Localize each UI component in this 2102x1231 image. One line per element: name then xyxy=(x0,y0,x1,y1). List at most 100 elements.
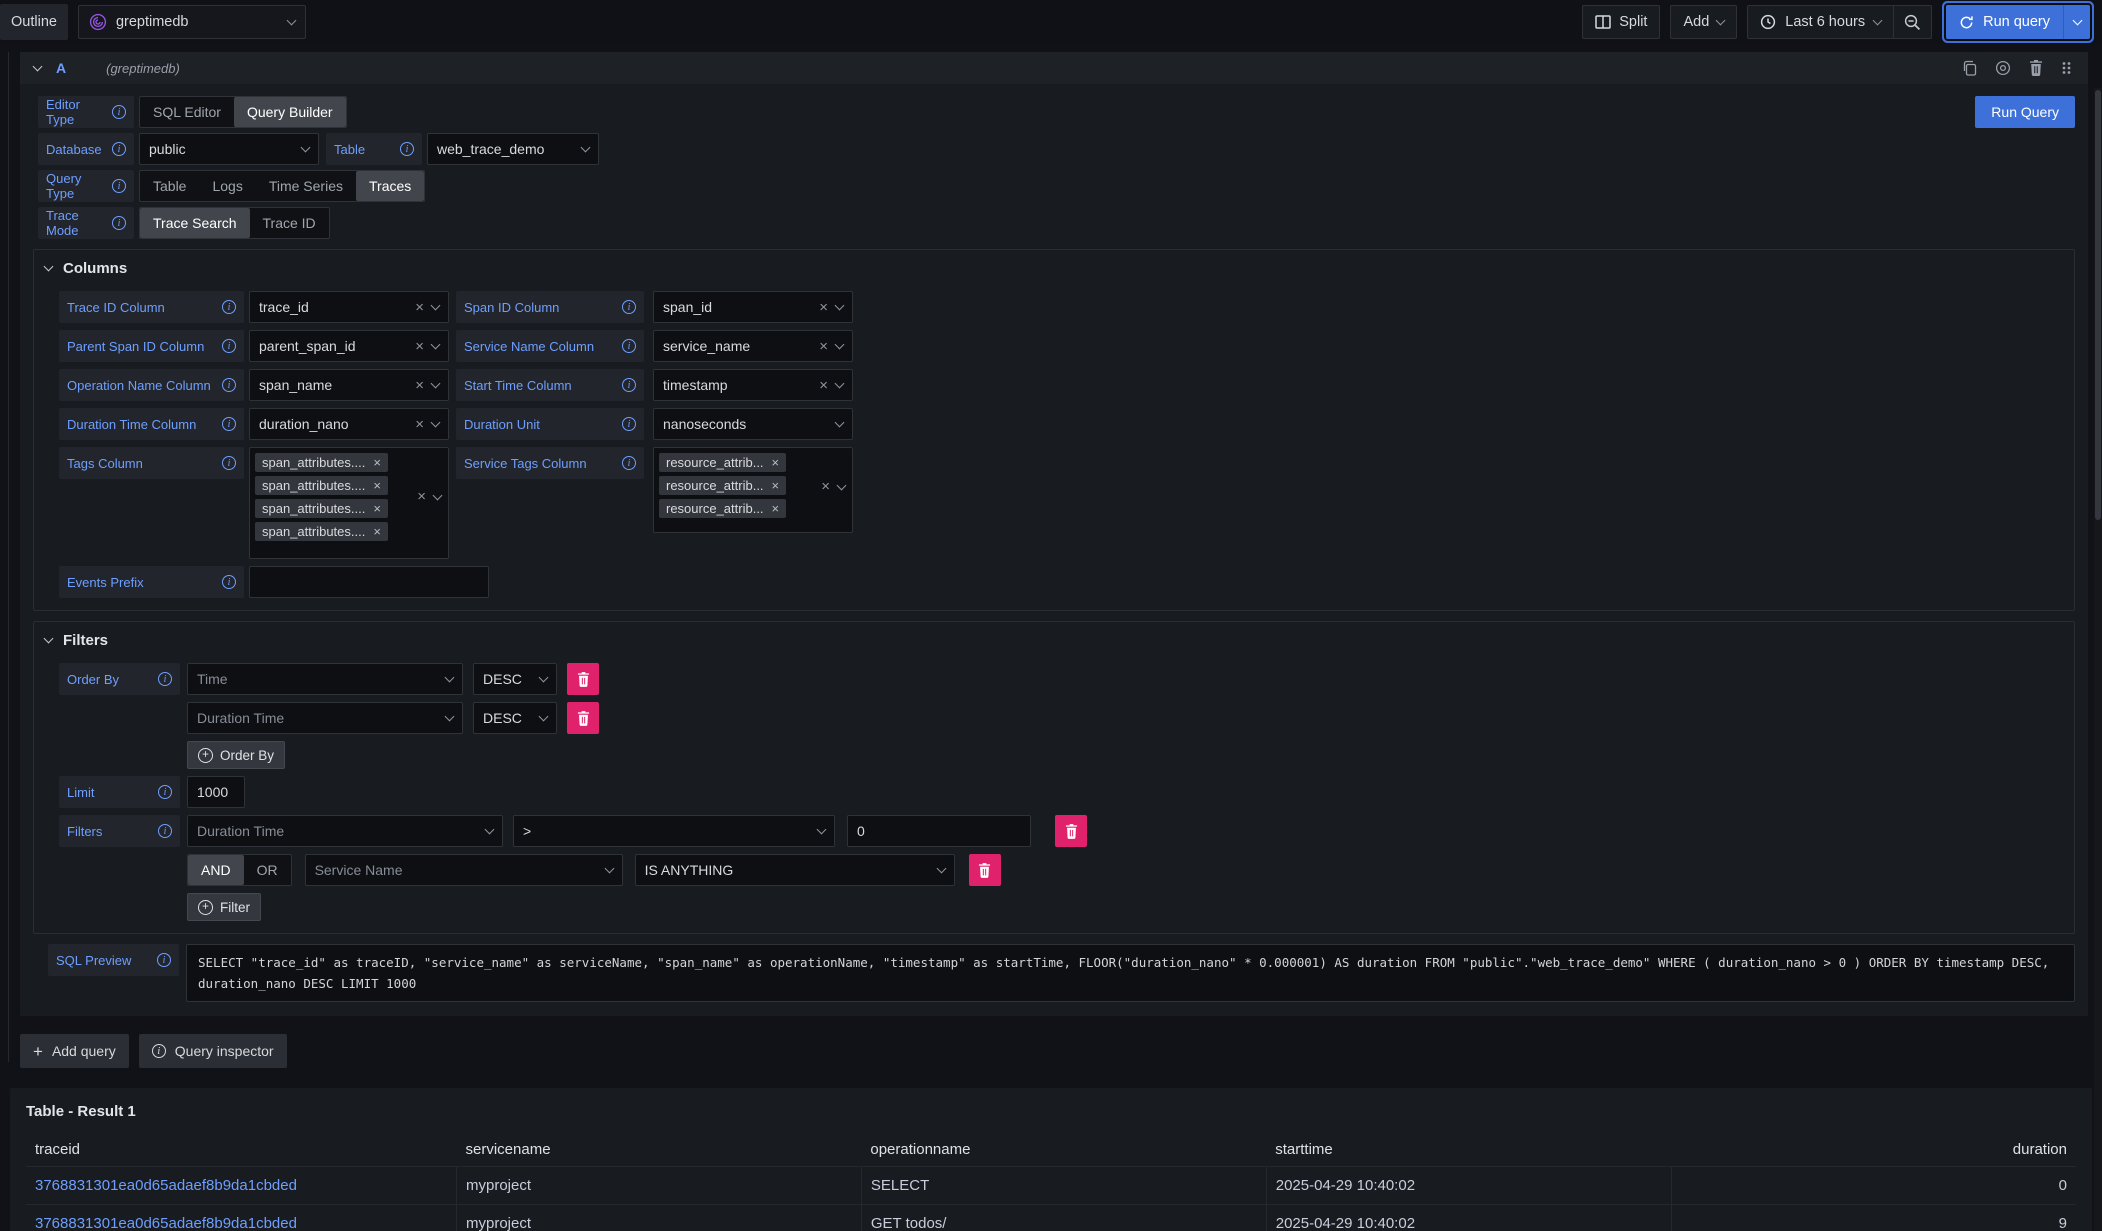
info-icon[interactable]: i xyxy=(222,339,236,353)
run-query-dropdown-button[interactable] xyxy=(2063,5,2090,39)
info-icon[interactable]: i xyxy=(222,300,236,314)
parent-span-id-column-select[interactable]: parent_span_id × xyxy=(249,330,449,362)
info-icon[interactable]: i xyxy=(112,105,126,119)
remove-order-by-button[interactable] xyxy=(567,702,599,734)
service-name-column-select[interactable]: service_name × xyxy=(653,330,853,362)
info-icon[interactable]: i xyxy=(622,378,636,392)
duplicate-query-icon[interactable] xyxy=(1962,60,1977,76)
service-tags-column-multiselect[interactable]: resource_attrib...× resource_attrib...× … xyxy=(653,447,853,533)
remove-chip-icon[interactable]: × xyxy=(772,456,780,469)
delete-query-icon[interactable] xyxy=(2029,60,2043,76)
zoom-out-time-button[interactable] xyxy=(1893,6,1931,38)
filter-operator-select[interactable]: > xyxy=(513,815,835,847)
column-header-operationname[interactable]: operationname xyxy=(861,1133,1266,1167)
info-icon[interactable]: i xyxy=(622,456,636,470)
disable-query-icon[interactable] xyxy=(1995,60,2011,76)
time-range-button[interactable]: Last 6 hours xyxy=(1748,6,1893,38)
info-icon[interactable]: i xyxy=(222,378,236,392)
option-query-builder[interactable]: Query Builder xyxy=(234,97,346,127)
limit-input[interactable]: 1000 xyxy=(187,776,245,808)
traceid-cell-link[interactable]: 3768831301ea0d65adaef8b9da1cbded xyxy=(26,1167,457,1205)
filter-field-select[interactable]: Duration Time xyxy=(187,815,503,847)
remove-chip-icon[interactable]: × xyxy=(772,502,780,515)
tags-column-multiselect[interactable]: span_attributes....× span_attributes....… xyxy=(249,447,449,559)
query-row-header[interactable]: A (greptimedb) xyxy=(20,52,2088,84)
clear-icon[interactable]: × xyxy=(415,417,424,432)
clear-icon[interactable]: × xyxy=(415,378,424,393)
info-icon[interactable]: i xyxy=(622,339,636,353)
info-icon[interactable]: i xyxy=(158,785,172,799)
info-icon[interactable]: i xyxy=(157,953,171,967)
column-header-duration[interactable]: duration xyxy=(1671,1133,2076,1167)
info-icon[interactable]: i xyxy=(112,216,126,230)
option-logs[interactable]: Logs xyxy=(199,171,255,201)
datasource-picker[interactable]: greptimedb xyxy=(78,5,306,39)
option-traces[interactable]: Traces xyxy=(356,171,424,201)
remove-chip-icon[interactable]: × xyxy=(373,502,381,515)
option-time-series[interactable]: Time Series xyxy=(256,171,356,201)
info-icon[interactable]: i xyxy=(222,456,236,470)
remove-chip-icon[interactable]: × xyxy=(772,479,780,492)
order-by-field-select[interactable]: Duration Time xyxy=(187,702,463,734)
info-icon[interactable]: i xyxy=(622,417,636,431)
vertical-scrollbar[interactable] xyxy=(2094,88,2102,1231)
operation-name-column-select[interactable]: span_name × xyxy=(249,369,449,401)
outline-button[interactable]: Outline xyxy=(0,4,68,40)
info-icon[interactable]: i xyxy=(112,179,126,193)
duration-time-column-select[interactable]: duration_nano × xyxy=(249,408,449,440)
table-select[interactable]: web_trace_demo xyxy=(427,133,599,165)
option-and[interactable]: AND xyxy=(188,855,244,885)
columns-section-header[interactable]: Columns xyxy=(45,252,2064,284)
add-button[interactable]: Add xyxy=(1670,5,1737,39)
info-icon[interactable]: i xyxy=(158,824,172,838)
start-time-column-select[interactable]: timestamp × xyxy=(653,369,853,401)
database-select[interactable]: public xyxy=(139,133,319,165)
clear-icon[interactable]: × xyxy=(415,300,424,315)
column-header-servicename[interactable]: servicename xyxy=(457,1133,862,1167)
option-trace-id[interactable]: Trace ID xyxy=(250,208,329,238)
trace-id-column-select[interactable]: trace_id × xyxy=(249,291,449,323)
column-header-starttime[interactable]: starttime xyxy=(1266,1133,1671,1167)
option-or[interactable]: OR xyxy=(244,855,291,885)
option-sql-editor[interactable]: SQL Editor xyxy=(140,97,234,127)
remove-chip-icon[interactable]: × xyxy=(373,456,381,469)
info-icon[interactable]: i xyxy=(112,142,126,156)
clear-icon[interactable]: × xyxy=(819,378,828,393)
filter-field-select[interactable]: Service Name xyxy=(305,854,623,886)
info-icon[interactable]: i xyxy=(400,142,414,156)
clear-icon[interactable]: × xyxy=(415,339,424,354)
filter-operator-select[interactable]: IS ANYTHING xyxy=(635,854,955,886)
clear-all-icon[interactable]: × xyxy=(821,479,830,494)
events-prefix-input[interactable] xyxy=(249,566,489,598)
split-button[interactable]: Split xyxy=(1582,5,1660,39)
traceid-cell-link[interactable]: 3768831301ea0d65adaef8b9da1cbded xyxy=(26,1205,457,1231)
info-icon[interactable]: i xyxy=(222,417,236,431)
clear-icon[interactable]: × xyxy=(819,300,828,315)
option-trace-search[interactable]: Trace Search xyxy=(140,208,250,238)
add-filter-button[interactable]: + Filter xyxy=(187,893,261,921)
clear-icon[interactable]: × xyxy=(819,339,828,354)
panel-run-query-button[interactable]: Run Query xyxy=(1975,96,2075,128)
remove-chip-icon[interactable]: × xyxy=(373,525,381,538)
clear-all-icon[interactable]: × xyxy=(417,489,426,504)
remove-chip-icon[interactable]: × xyxy=(373,479,381,492)
info-icon[interactable]: i xyxy=(158,672,172,686)
filters-section-header[interactable]: Filters xyxy=(45,624,2064,656)
filter-value-input[interactable]: 0 xyxy=(847,815,1031,847)
info-icon[interactable]: i xyxy=(222,575,236,589)
remove-filter-button[interactable] xyxy=(969,854,1001,886)
span-id-column-select[interactable]: span_id × xyxy=(653,291,853,323)
column-header-traceid[interactable]: traceid xyxy=(26,1133,457,1167)
scrollbar-thumb[interactable] xyxy=(2095,90,2101,520)
add-order-by-button[interactable]: + Order By xyxy=(187,741,285,769)
info-icon[interactable]: i xyxy=(622,300,636,314)
query-inspector-button[interactable]: i Query inspector xyxy=(139,1034,287,1068)
order-by-field-select[interactable]: Time xyxy=(187,663,463,695)
remove-order-by-button[interactable] xyxy=(567,663,599,695)
duration-unit-select[interactable]: nanoseconds xyxy=(653,408,853,440)
add-query-button[interactable]: + Add query xyxy=(20,1034,129,1068)
run-query-button[interactable]: Run query xyxy=(1946,5,2063,39)
remove-filter-button[interactable] xyxy=(1055,815,1087,847)
option-table[interactable]: Table xyxy=(140,171,199,201)
drag-handle-icon[interactable] xyxy=(2061,60,2072,76)
